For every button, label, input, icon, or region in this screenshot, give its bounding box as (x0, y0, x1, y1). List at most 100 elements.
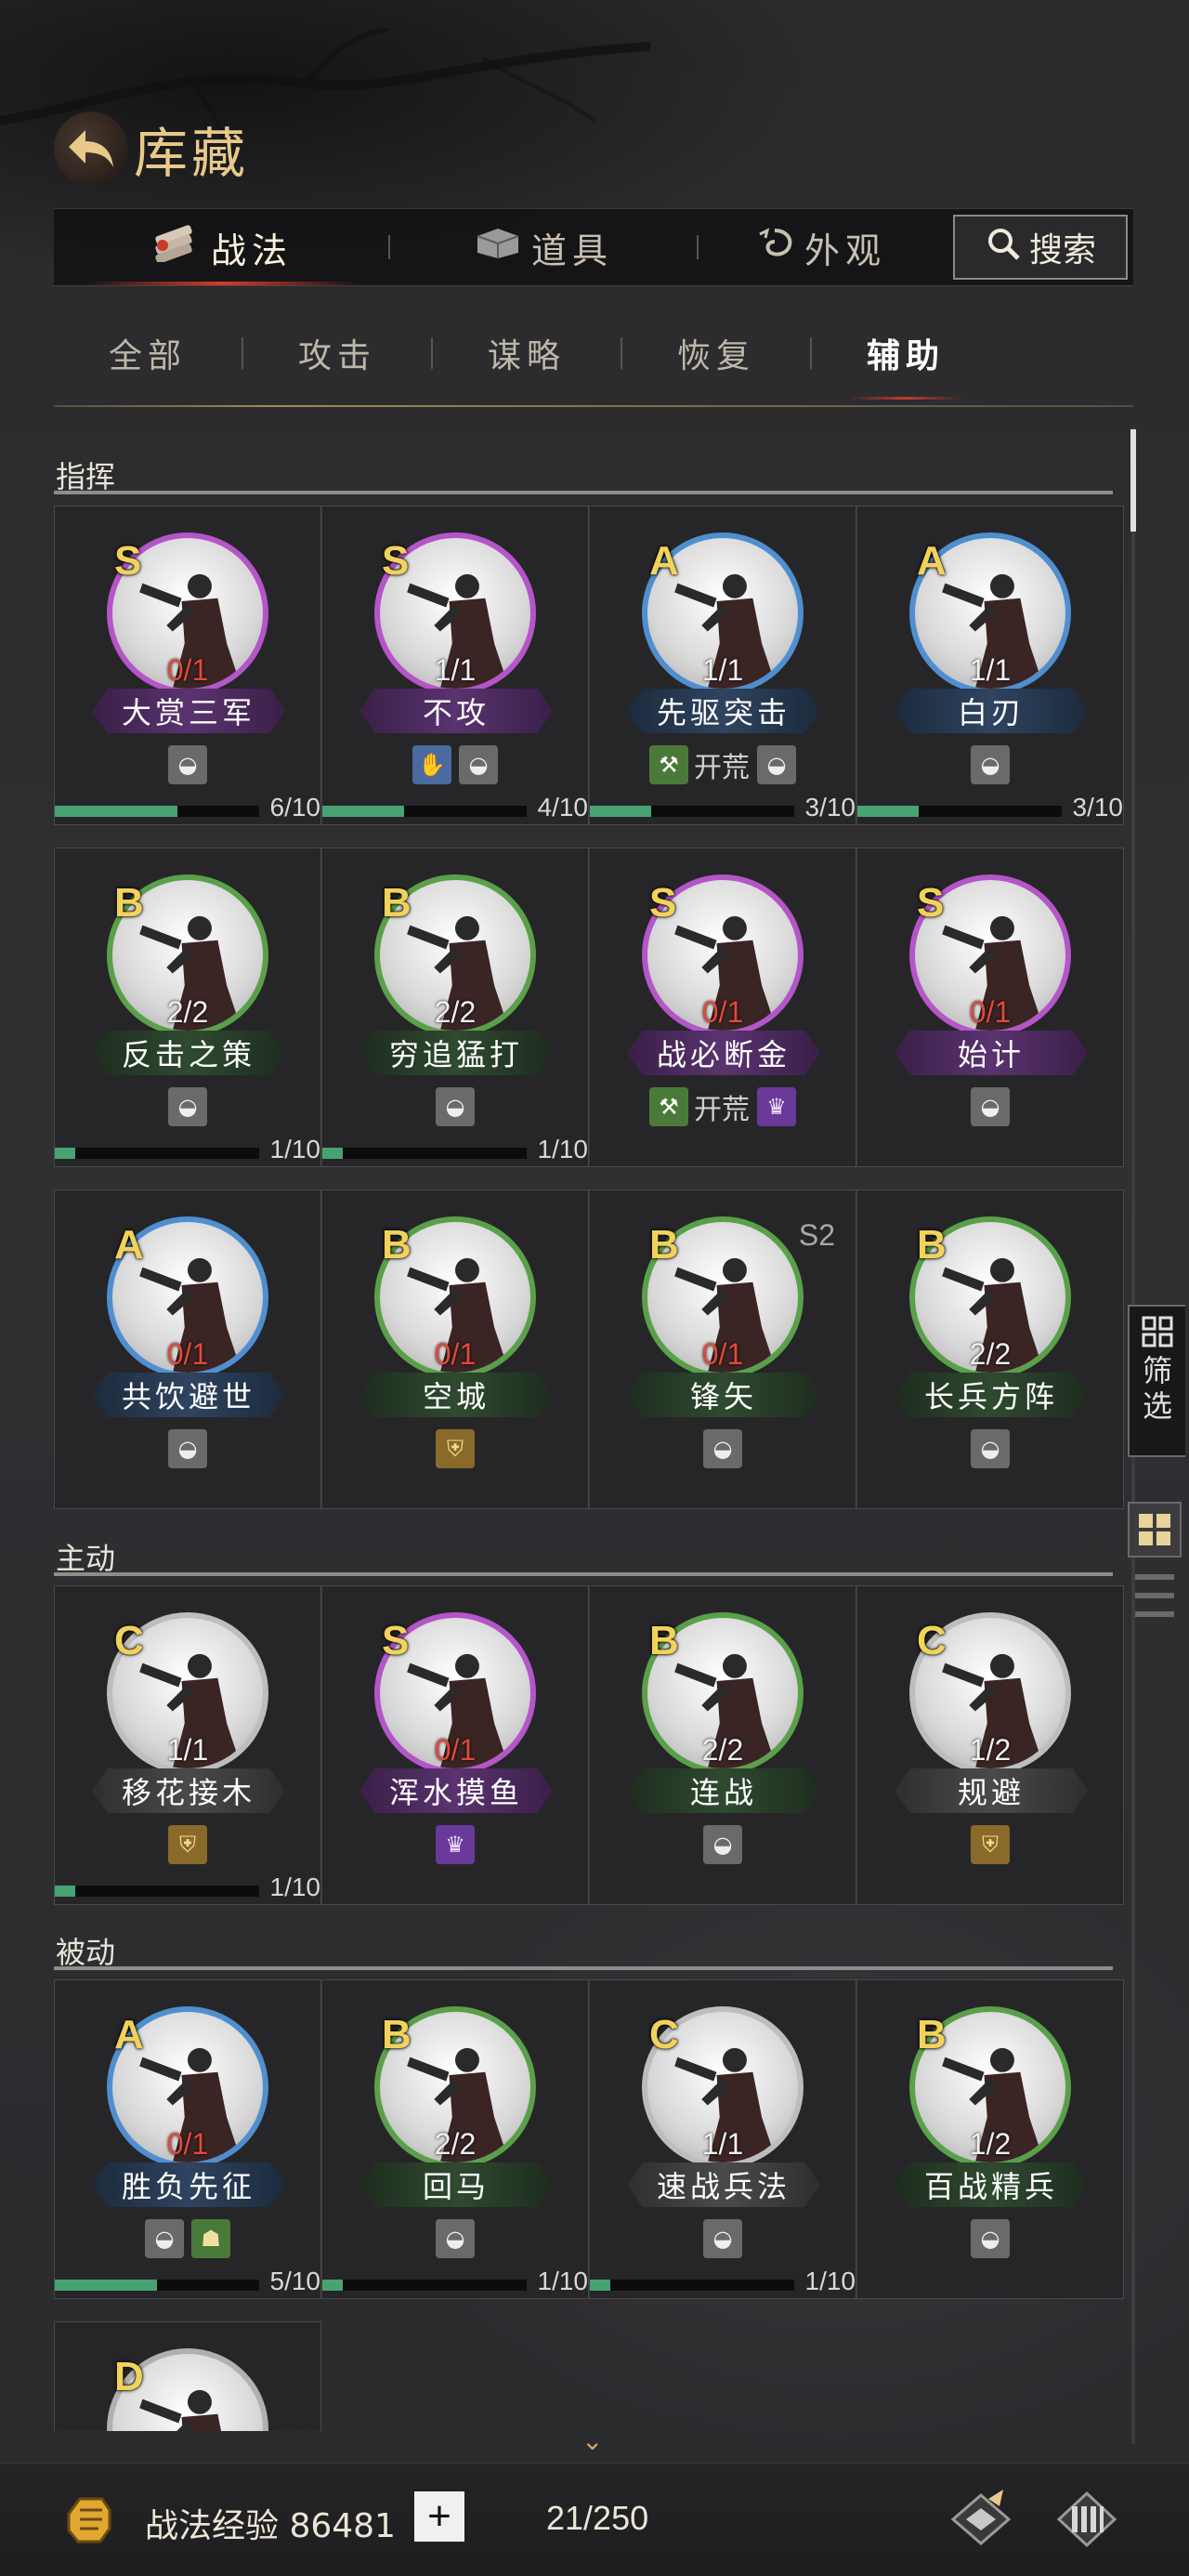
scrollbar-thumb[interactable] (1130, 429, 1136, 532)
book-brush-icon[interactable] (944, 2482, 1018, 2556)
skill-card[interactable]: B 2/2 回马 ◒ 1/10 (321, 1979, 589, 2299)
skill-name: 速战兵法 (627, 2162, 820, 2207)
subtab-strategy[interactable]: 谋略 (433, 329, 621, 377)
filter-button[interactable]: 筛 选 (1128, 1305, 1185, 1457)
subtab-recovery[interactable]: 恢复 (622, 329, 810, 377)
skill-card[interactable]: B S2 0/1 锋矢 ◒ (589, 1189, 856, 1509)
skill-name: 规避 (895, 1768, 1088, 1813)
skill-card[interactable]: B 0/1 空城 ⛨ (321, 1189, 589, 1509)
skill-card[interactable]: A 0/1 胜负先征 ◒ ☗ 5/10 (54, 1979, 321, 2299)
owned-count: 1/1 (969, 653, 1012, 687)
skill-card[interactable]: B 2/2 连战 ◒ (589, 1585, 856, 1905)
owned-count: 1/1 (166, 1733, 209, 1767)
skill-card[interactable]: B 2/2 反击之策 ◒ 1/10 (54, 848, 321, 1167)
shield-icon: ⛨ (971, 1825, 1010, 1864)
list-view-button[interactable] (1135, 1574, 1174, 1617)
search-label: 搜索 (1028, 231, 1096, 269)
progress-bar (322, 2280, 527, 2291)
card-row: C 1/1 移花接木 ⛨ 1/10 S 0/1 浑水摸鱼 ♛ B 2/2 连战 ◒ C 1/2 规避 ⛨ (54, 1585, 1124, 1905)
tab-skills[interactable]: 战法 (54, 209, 388, 285)
progress-bar (322, 1148, 527, 1159)
shield-icon: ⛨ (168, 1825, 207, 1864)
progress-fill (55, 806, 177, 817)
owned-count: 0/1 (434, 1733, 477, 1767)
add-exp-button[interactable]: + (414, 2491, 464, 2542)
search-icon (985, 225, 1022, 270)
grade-badge: B (382, 2012, 412, 2057)
grid-view-button[interactable] (1128, 1502, 1182, 1557)
bamboo-scroll-icon[interactable] (1050, 2482, 1124, 2556)
skill-card[interactable]: S 0/1 大赏三军 ◒ 6/10 (54, 506, 321, 825)
skill-tags: ◒ (590, 1428, 856, 1469)
grade-badge: C (114, 1618, 144, 1663)
subtab-all[interactable]: 全部 (54, 329, 242, 377)
skill-card[interactable]: B 2/2 长兵方阵 ◒ (856, 1189, 1124, 1509)
scroll-down-indicator-icon: ⌄ (581, 2425, 604, 2456)
grade-badge: C (649, 2012, 679, 2057)
owned-count: 0/1 (166, 1337, 209, 1371)
helmet-icon: ♛ (757, 1087, 796, 1126)
grade-badge: S (649, 880, 677, 926)
skill-name: 白刃 (895, 689, 1088, 733)
skill-tags: ◒ (857, 2218, 1123, 2259)
bottom-bar: 战法经验 86481 + 21/250 (0, 2463, 1189, 2576)
skill-card[interactable]: S 1/1 不攻 ✋ ◒ 4/10 (321, 506, 589, 825)
skill-tags: ⚒ 开荒 ♛ (590, 1086, 856, 1127)
page-title: 库藏 (134, 122, 250, 185)
skill-card[interactable]: C 1/1 速战兵法 ◒ 1/10 (589, 1979, 856, 2299)
skill-tags: ⛨ (322, 1428, 588, 1469)
section-divider (54, 491, 1113, 494)
skill-tags: ♛ (322, 1824, 588, 1865)
tab-appearance[interactable]: 外观 (699, 209, 884, 285)
skill-name: 共饮避世 (92, 1373, 285, 1417)
skill-tags: ◒ (322, 1086, 588, 1127)
skill-card[interactable]: D (54, 2321, 321, 2431)
progress-fill (590, 2280, 610, 2291)
skill-card[interactable]: S 0/1 浑水摸鱼 ♛ (321, 1585, 589, 1905)
grade-badge: S (917, 880, 945, 926)
skill-card[interactable]: S 0/1 战必断金 ⚒ 开荒 ♛ (589, 848, 856, 1167)
skill-card[interactable]: B 1/2 百战精兵 ◒ (856, 1979, 1124, 2299)
category-tabs: 全部 攻击 谋略 恢复 辅助 (54, 316, 1133, 400)
progress-fill (55, 1148, 75, 1159)
skill-card[interactable]: S 0/1 始计 ◒ (856, 848, 1124, 1167)
back-arrow-icon (69, 130, 113, 167)
progress-label: 1/10 (537, 1135, 589, 1163)
subtab-attack[interactable]: 攻击 (243, 329, 431, 377)
skill-card[interactable]: A 1/1 白刃 ◒ 3/10 (856, 506, 1124, 825)
owned-count: 1/2 (969, 2127, 1012, 2161)
search-button[interactable]: 搜索 (953, 215, 1128, 280)
section-divider (54, 1572, 1113, 1576)
grade-badge: S (114, 538, 142, 584)
grade-badge: A (114, 2012, 144, 2057)
skill-name: 百战精兵 (895, 2162, 1088, 2207)
list-bar (1135, 1611, 1174, 1617)
grade-badge: B (382, 1222, 412, 1268)
grade-badge: B (649, 1618, 679, 1663)
grade-badge: D (114, 2354, 144, 2399)
progress-label: 4/10 (537, 793, 589, 821)
progress-bar (55, 806, 259, 817)
grade-badge: A (649, 538, 679, 584)
skill-card[interactable]: C 1/2 规避 ⛨ (856, 1585, 1124, 1905)
tab-items[interactable]: 道具 (390, 209, 697, 285)
grade-badge: C (917, 1618, 947, 1663)
skill-card[interactable]: C 1/1 移花接木 ⛨ 1/10 (54, 1585, 321, 1905)
skill-card[interactable]: A 0/1 共饮避世 ◒ (54, 1189, 321, 1509)
subtab-support[interactable]: 辅助 (812, 329, 1000, 400)
owned-count: 0/1 (969, 995, 1012, 1029)
skill-card[interactable]: B 2/2 穷追猛打 ◒ 1/10 (321, 848, 589, 1167)
owned-count: 1/1 (434, 653, 477, 687)
bag-icon: ◒ (436, 2219, 475, 2258)
skill-card[interactable]: A 1/1 先驱突击 ⚒ 开荒 ◒ 3/10 (589, 506, 856, 825)
grade-badge: A (114, 1222, 144, 1268)
progress-label: 3/10 (1072, 793, 1124, 821)
skill-tags: ◒ (857, 744, 1123, 785)
tab-appearance-label: 外观 (804, 230, 884, 271)
back-button[interactable] (54, 112, 128, 186)
skill-tags: ✋ ◒ (322, 744, 588, 785)
progress-label: 1/10 (269, 1135, 321, 1163)
capacity-count: 21/250 (546, 2499, 649, 2537)
skill-name: 回马 (359, 2162, 553, 2207)
axe-icon: ⚒ (649, 1087, 688, 1126)
